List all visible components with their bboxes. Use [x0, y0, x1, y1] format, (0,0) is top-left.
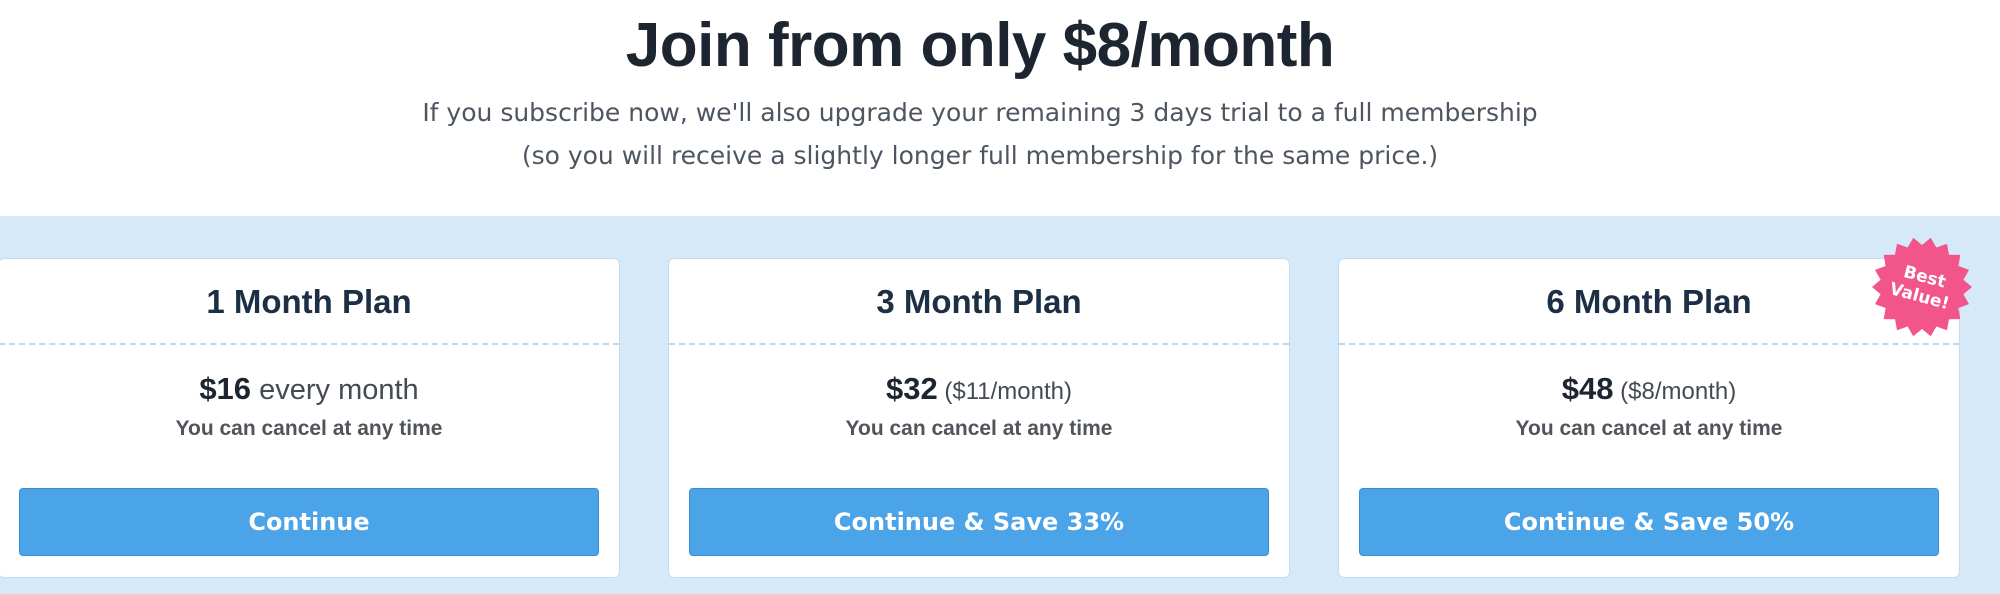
- subtitle-line-1: If you subscribe now, we'll also upgrade…: [422, 98, 1538, 127]
- plan-price: $32: [885, 371, 938, 406]
- best-value-badge: Best Value!: [1870, 235, 1974, 339]
- card-divider: [1339, 343, 1959, 345]
- plan-title: 1 Month Plan: [206, 283, 412, 320]
- cancel-note: You can cancel at any time: [175, 417, 443, 440]
- plan-title: 3 Month Plan: [876, 283, 1082, 320]
- continue-save-33-button[interactable]: Continue & Save 33%: [689, 488, 1269, 556]
- continue-button[interactable]: Continue: [19, 488, 599, 556]
- continue-save-50-button[interactable]: Continue & Save 50%: [1359, 488, 1939, 556]
- plan-price: $16: [199, 371, 252, 406]
- price-per-month: ($11/month): [937, 378, 1073, 405]
- price-per-month: ($8/month): [1613, 378, 1737, 405]
- cancel-note: You can cancel at any time: [845, 417, 1113, 440]
- price-line: $16 every month: [0, 371, 619, 407]
- price-line: $32 ($11/month): [669, 371, 1289, 407]
- plan-price: $48: [1561, 371, 1614, 406]
- cancel-note: You can cancel at any time: [1515, 417, 1783, 440]
- card-divider: [0, 343, 619, 345]
- subtitle-line-2: (so you will receive a slightly longer f…: [521, 141, 1439, 170]
- card-divider: [669, 343, 1289, 345]
- plan-card-1-month: 1 Month Plan $16 every month You can can…: [0, 258, 620, 578]
- page-header: Join from only $8/month If you subscribe…: [0, 0, 2000, 216]
- plan-card-3-month: 3 Month Plan $32 ($11/month) You can can…: [668, 258, 1290, 578]
- page-title: Join from only $8/month: [625, 11, 1335, 80]
- price-line: $48 ($8/month): [1339, 371, 1959, 407]
- price-period: every month: [251, 374, 419, 406]
